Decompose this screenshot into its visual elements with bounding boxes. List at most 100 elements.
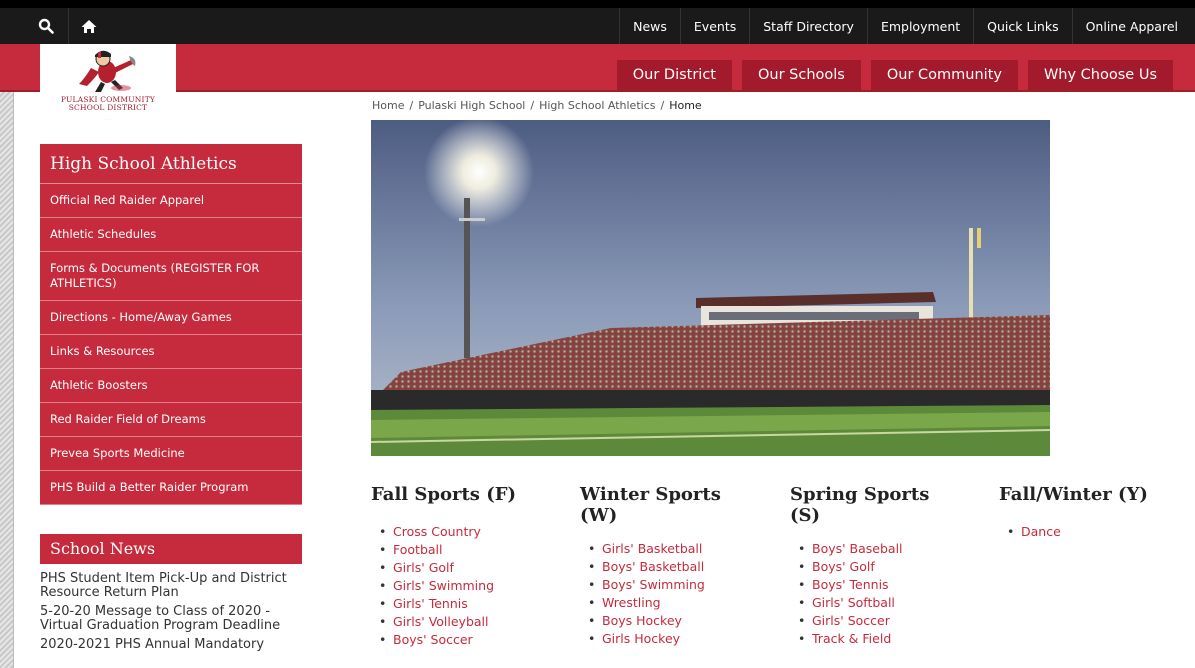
sidebar-item-links[interactable]: Links & Resources xyxy=(40,335,302,368)
topnav-online-apparel[interactable]: Online Apparel xyxy=(1071,8,1191,44)
search-button[interactable] xyxy=(26,8,66,44)
list-item: Track & Field xyxy=(790,630,980,648)
fall-sports-list: Cross Country Football Girls' Golf Girls… xyxy=(371,523,561,649)
sport-link[interactable]: Dance xyxy=(1021,524,1061,539)
sport-link[interactable]: Boys' Soccer xyxy=(393,632,473,647)
news-link[interactable]: 5-20-20 Message to Class of 2020 - Virtu… xyxy=(40,604,280,633)
sidebar-item: Official Red Raider Apparel xyxy=(40,184,302,218)
breadcrumb-pulaski-high-school[interactable]: Pulaski High School xyxy=(418,99,525,112)
spring-sports-list: Boys' Baseball Boys' Golf Boys' Tennis G… xyxy=(790,540,980,648)
sport-link[interactable]: Girls' Softball xyxy=(812,595,895,610)
news-link[interactable]: 2020-2021 PHS Annual Mandatory xyxy=(40,637,264,652)
sport-link[interactable]: Girls' Volleyball xyxy=(393,614,489,629)
sidebar-item: PHS Build a Better Raider Program xyxy=(40,471,302,505)
fall-sports-heading: Fall Sports (F) xyxy=(371,484,517,505)
topnav-quick-links[interactable]: Quick Links xyxy=(973,8,1071,44)
news-list: PHS Student Item Pick-Up and District Re… xyxy=(40,572,302,652)
winter-sports-column: Winter Sports (W) Girls' Basketball Boys… xyxy=(580,484,770,648)
topnav-staff-directory[interactable]: Staff Directory xyxy=(749,8,867,44)
sidebar-item-forms[interactable]: Forms & Documents (REGISTER FOR ATHLETIC… xyxy=(40,252,302,300)
fall-winter-column: Fall/Winter (Y) Dance xyxy=(999,484,1189,541)
spring-sports-heading: Spring Sports (S) xyxy=(790,484,930,526)
fall-winter-list: Dance xyxy=(999,523,1189,541)
search-icon xyxy=(38,18,54,34)
list-item: Dance xyxy=(999,523,1189,541)
sidebar-item: Athletic Schedules xyxy=(40,218,302,252)
sidebar-item-sports-medicine[interactable]: Prevea Sports Medicine xyxy=(40,437,302,470)
topnav-employment[interactable]: Employment xyxy=(866,8,973,44)
spring-sports-column: Spring Sports (S) Boys' Baseball Boys' G… xyxy=(790,484,980,648)
sport-link[interactable]: Girls Hockey xyxy=(602,631,680,646)
sidebar-item-apparel[interactable]: Official Red Raider Apparel xyxy=(40,184,302,217)
sport-link[interactable]: Boys' Tennis xyxy=(812,577,889,592)
list-item: Girls' Basketball xyxy=(580,540,770,558)
sidebar-item-directions[interactable]: Directions - Home/Away Games xyxy=(40,301,302,334)
left-decorative-strip xyxy=(0,92,14,668)
fall-sports-column: Fall Sports (F) Cross Country Football G… xyxy=(371,484,561,649)
sport-link[interactable]: Girls' Tennis xyxy=(393,596,468,611)
school-news: School News PHS Student Item Pick-Up and… xyxy=(40,534,302,657)
list-item: Girls' Tennis xyxy=(371,595,561,613)
list-item: Boys' Golf xyxy=(790,558,980,576)
topnav-events[interactable]: Events xyxy=(679,8,749,44)
sidebar-title: High School Athletics xyxy=(40,144,302,184)
athletics-sidebar: High School Athletics Official Red Raide… xyxy=(40,144,302,505)
red-raider-mascot-icon xyxy=(79,50,136,92)
breadcrumb-high-school-athletics[interactable]: High School Athletics xyxy=(539,99,655,112)
sport-link[interactable]: Girls' Swimming xyxy=(393,578,494,593)
sport-link[interactable]: Girls' Basketball xyxy=(602,541,702,556)
list-item: Boys' Basketball xyxy=(580,558,770,576)
sidebar-item-better-raider[interactable]: PHS Build a Better Raider Program xyxy=(40,471,302,504)
news-link[interactable]: PHS Student Item Pick-Up and District Re… xyxy=(40,571,287,600)
sport-link[interactable]: Track & Field xyxy=(812,631,891,646)
main-header: Our District Our Schools Our Community W… xyxy=(0,44,1195,92)
list-item: Cross Country xyxy=(371,523,561,541)
sidebar-item: Red Raider Field of Dreams xyxy=(40,403,302,437)
list-item: Wrestling xyxy=(580,594,770,612)
mainnav-our-community[interactable]: Our Community xyxy=(870,60,1018,90)
sport-link[interactable]: Girls' Soccer xyxy=(812,613,890,628)
sport-link[interactable]: Girls' Golf xyxy=(393,560,454,575)
sport-link[interactable]: Boys' Golf xyxy=(812,559,875,574)
sidebar-item: Prevea Sports Medicine xyxy=(40,437,302,471)
sidebar-item-schedules[interactable]: Athletic Schedules xyxy=(40,218,302,251)
topnav-news[interactable]: News xyxy=(619,8,680,44)
sport-link[interactable]: Boys Hockey xyxy=(602,613,682,628)
mainnav-our-schools[interactable]: Our Schools xyxy=(742,60,861,90)
sidebar-item: Links & Resources xyxy=(40,335,302,369)
sport-link[interactable]: Boys' Swimming xyxy=(602,577,705,592)
mainnav-why-choose-us[interactable]: Why Choose Us xyxy=(1027,60,1173,90)
home-icon xyxy=(81,19,96,33)
sports-listing: Fall Sports (F) Cross Country Football G… xyxy=(371,484,1191,668)
breadcrumb-separator: / xyxy=(660,99,665,112)
stadium-photo xyxy=(371,120,1050,456)
list-item: Boys' Soccer xyxy=(371,631,561,649)
sidebar-menu: Official Red Raider Apparel Athletic Sch… xyxy=(40,184,302,505)
home-button[interactable] xyxy=(68,8,108,44)
utility-bar: News Events Staff Directory Employment Q… xyxy=(0,0,1195,44)
list-item: Girls' Swimming xyxy=(371,577,561,595)
sport-link[interactable]: Boys' Baseball xyxy=(812,541,903,556)
logo-text: PULASKI COMMUNITY SCHOOL DISTRICT xyxy=(60,95,156,112)
district-logo[interactable]: PULASKI COMMUNITY SCHOOL DISTRICT xyxy=(40,44,176,120)
sidebar-item-field-of-dreams[interactable]: Red Raider Field of Dreams xyxy=(40,403,302,436)
sidebar-item: Athletic Boosters xyxy=(40,369,302,403)
sport-link[interactable]: Wrestling xyxy=(602,595,661,610)
list-item: Girls Hockey xyxy=(580,630,770,648)
sidebar-item: Forms & Documents (REGISTER FOR ATHLETIC… xyxy=(40,252,302,301)
list-item: Football xyxy=(371,541,561,559)
breadcrumb-separator: / xyxy=(409,99,414,112)
fall-winter-heading: Fall/Winter (Y) xyxy=(999,484,1148,505)
sport-link[interactable]: Football xyxy=(393,542,442,557)
list-item: Boys' Tennis xyxy=(790,576,980,594)
winter-sports-list: Girls' Basketball Boys' Basketball Boys'… xyxy=(580,540,770,648)
breadcrumb-home[interactable]: Home xyxy=(372,99,404,112)
sidebar-item-boosters[interactable]: Athletic Boosters xyxy=(40,369,302,402)
list-item: Girls' Volleyball xyxy=(371,613,561,631)
sport-link[interactable]: Cross Country xyxy=(393,524,481,539)
mainnav-our-district[interactable]: Our District xyxy=(616,60,732,90)
sport-link[interactable]: Boys' Basketball xyxy=(602,559,704,574)
list-item: Girls' Soccer xyxy=(790,612,980,630)
breadcrumb-separator: / xyxy=(530,99,535,112)
news-item: 5-20-20 Message to Class of 2020 - Virtu… xyxy=(40,605,302,633)
